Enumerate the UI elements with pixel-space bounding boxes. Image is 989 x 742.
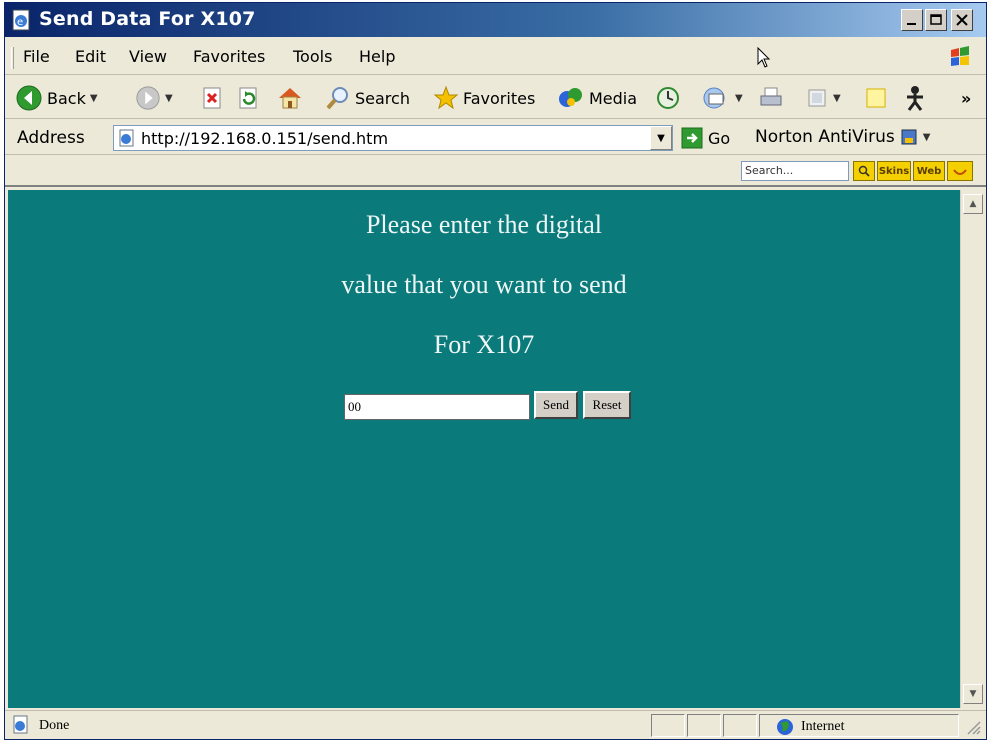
mail-icon (703, 87, 725, 109)
edit-button[interactable]: ▼ (805, 83, 841, 113)
discuss-button[interactable] (863, 83, 889, 113)
forward-button[interactable]: ▼ (135, 83, 173, 113)
history-icon (657, 87, 679, 109)
messenger-button[interactable] (901, 83, 929, 113)
menu-tools[interactable]: Tools (293, 47, 332, 66)
ie-page-icon: e (11, 9, 33, 31)
status-cell (651, 714, 685, 737)
stop-icon (203, 87, 221, 109)
menu-grip (11, 47, 14, 69)
send-button[interactable]: Send (534, 391, 578, 419)
close-icon (956, 14, 968, 26)
smiley-button[interactable] (947, 161, 973, 181)
digital-value-input[interactable]: 00 (344, 394, 530, 420)
chevron-down-icon: ▼ (657, 132, 665, 144)
close-button[interactable] (951, 9, 973, 31)
prompt-line-1: Please enter the digital (365, 210, 603, 239)
toolbar-search-input[interactable]: Search... (741, 161, 849, 181)
window-title: Send Data For X107 (39, 8, 256, 30)
maximize-button[interactable] (925, 9, 947, 31)
maximize-icon (930, 14, 942, 25)
web-button[interactable]: Web (913, 161, 945, 181)
address-url: http://192.168.0.151/send.htm (141, 128, 389, 148)
magnifier-icon (858, 165, 870, 177)
back-dropdown-icon[interactable]: ▼ (90, 93, 98, 104)
minimize-button[interactable] (901, 9, 923, 31)
refresh-button[interactable] (237, 83, 261, 113)
search-icon (326, 87, 348, 110)
go-arrow-icon (681, 127, 703, 149)
search-toolbar: Search... Skins Web (5, 157, 986, 187)
norton-antivirus-button[interactable]: Norton AntiVirus ▼ (755, 127, 930, 147)
home-button[interactable] (275, 83, 305, 113)
address-bar: Address http://192.168.0.151/send.htm ▼ … (5, 121, 986, 155)
address-dropdown-button[interactable]: ▼ (650, 126, 672, 150)
refresh-icon (239, 87, 257, 109)
menu-bar: File Edit View Favorites Tools Help (5, 39, 986, 75)
arrow-up-icon: ▲ (969, 199, 977, 209)
messenger-person-icon (907, 86, 923, 111)
history-button[interactable] (655, 83, 681, 113)
home-icon (279, 88, 301, 109)
toolbar-search-go-button[interactable] (853, 161, 875, 181)
arrow-down-icon: ▼ (969, 689, 977, 699)
svg-text:e: e (17, 17, 23, 28)
prompt-line-2: value that you want to send (341, 270, 627, 299)
norton-icon (901, 129, 917, 145)
media-button[interactable]: Media (557, 83, 637, 113)
mail-button[interactable]: ▼ (701, 83, 743, 113)
resize-grip-icon[interactable] (965, 719, 981, 739)
prompt-device-title: For X107 (433, 330, 535, 359)
minimize-icon (907, 23, 916, 25)
back-button[interactable]: Back ▼ (15, 83, 98, 113)
back-arrow-icon (16, 85, 42, 111)
globe-icon (777, 719, 793, 735)
favorites-button[interactable]: Favorites (433, 83, 535, 113)
mouse-cursor-icon (757, 46, 773, 73)
forward-arrow-icon (136, 86, 160, 110)
forward-dropdown-icon[interactable]: ▼ (165, 93, 173, 104)
norton-dropdown-icon[interactable]: ▼ (923, 132, 931, 143)
status-text: Done (39, 718, 70, 733)
edit-page-icon (808, 89, 826, 107)
menu-edit[interactable]: Edit (75, 47, 106, 66)
address-input[interactable]: http://192.168.0.151/send.htm (113, 125, 673, 151)
menu-favorites[interactable]: Favorites (193, 47, 265, 66)
reset-button[interactable]: Reset (583, 391, 631, 419)
menu-file[interactable]: File (23, 47, 50, 66)
search-button[interactable]: Search (325, 83, 410, 113)
scroll-up-button[interactable]: ▲ (963, 194, 983, 214)
status-cell (687, 714, 721, 737)
stop-button[interactable] (201, 83, 225, 113)
status-cell (723, 714, 757, 737)
page-content: Please enter the digital value that you … (8, 190, 960, 708)
note-icon (866, 88, 886, 108)
status-bar: Done Internet (5, 710, 986, 739)
browser-window: e Send Data For X107 File Edit View Favo… (4, 2, 987, 740)
vertical-scrollbar[interactable]: ▲ ▼ (960, 190, 985, 708)
page-favicon-icon (119, 129, 134, 147)
menu-help[interactable]: Help (359, 47, 395, 66)
edit-dropdown-icon[interactable]: ▼ (833, 93, 841, 104)
windows-flag-icon (945, 43, 975, 71)
mail-dropdown-icon[interactable]: ▼ (735, 93, 743, 104)
media-icon (559, 88, 582, 107)
standard-toolbar: Back ▼ ▼ Search Favorites Media ▼ ▼ » (5, 77, 986, 119)
security-zone: Internet (775, 717, 845, 737)
address-label: Address (17, 128, 85, 148)
skins-button[interactable]: Skins (877, 161, 911, 181)
menu-view[interactable]: View (129, 47, 167, 66)
smiley-icon (953, 169, 967, 175)
toolbar-overflow-button[interactable]: » (961, 83, 971, 113)
title-bar[interactable]: e Send Data For X107 (5, 3, 986, 37)
favorites-star-icon (433, 85, 459, 110)
page-status-icon (11, 715, 31, 739)
go-button[interactable]: Go (681, 127, 730, 149)
print-button[interactable] (757, 83, 785, 113)
scroll-down-button[interactable]: ▼ (963, 684, 983, 704)
print-icon (760, 87, 782, 106)
